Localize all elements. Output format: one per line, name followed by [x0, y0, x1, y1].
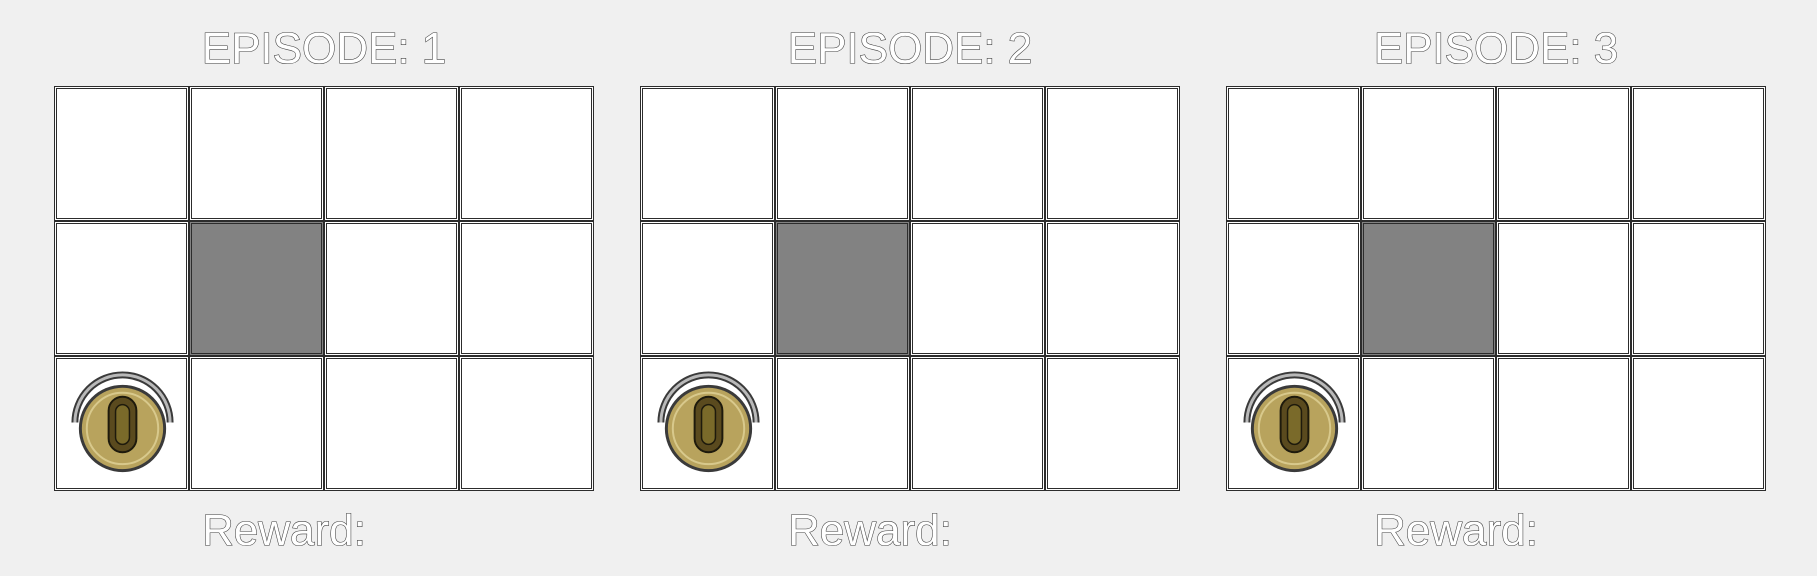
svg-text:Reward:: Reward: — [202, 506, 366, 555]
agent-cell — [54, 356, 189, 491]
episode-title: EPISODE: 3 — [1373, 23, 1619, 73]
grid-cell — [1226, 86, 1361, 221]
reward-label: Reward: — [201, 505, 366, 555]
grid-cell — [459, 221, 594, 356]
svg-text:Reward:: Reward: — [1374, 506, 1538, 555]
grid-cell — [1496, 356, 1631, 491]
robot-vacuum-icon — [657, 371, 760, 473]
grid-cell — [910, 221, 1045, 356]
wall-cell — [1361, 221, 1496, 356]
grid-cell — [1045, 356, 1180, 491]
wall-cell — [189, 221, 324, 356]
grid-cell — [1631, 221, 1766, 356]
grid-cell — [324, 356, 459, 491]
episode-panel-2: EPISODE: 2 Reward: — [640, 0, 1180, 576]
agent-cell — [640, 356, 775, 491]
grid-cell — [1361, 86, 1496, 221]
robot-vacuum-icon — [1243, 371, 1346, 473]
grid-cell — [1045, 221, 1180, 356]
grid-cell — [324, 221, 459, 356]
episode-panel-1: EPISODE: 1 Reward: — [54, 0, 594, 576]
grid-cell — [1496, 86, 1631, 221]
svg-text:EPISODE: 2: EPISODE: 2 — [788, 24, 1033, 73]
grid-cell — [54, 86, 189, 221]
svg-text:EPISODE: 1: EPISODE: 1 — [202, 24, 447, 73]
wall-cell — [775, 221, 910, 356]
svg-text:EPISODE: 3: EPISODE: 3 — [1374, 24, 1619, 73]
grid-world — [640, 86, 1180, 491]
grid-cell — [775, 86, 910, 221]
grid-cell — [54, 221, 189, 356]
agent-cell — [1226, 356, 1361, 491]
grid-cell — [459, 356, 594, 491]
grid-cell — [640, 86, 775, 221]
grid-cell — [1361, 356, 1496, 491]
grid-cell — [910, 356, 1045, 491]
grid-cell — [775, 356, 910, 491]
grid-cell — [640, 221, 775, 356]
grid-world — [1226, 86, 1766, 491]
grid-cell — [1631, 86, 1766, 221]
reward-label: Reward: — [1373, 505, 1538, 555]
grid-cell — [189, 86, 324, 221]
grid-cell — [459, 86, 594, 221]
grid-cell — [1045, 86, 1180, 221]
grid-cell — [189, 356, 324, 491]
episode-title: EPISODE: 2 — [787, 23, 1033, 73]
episode-title: EPISODE: 1 — [201, 23, 447, 73]
grid-cell — [910, 86, 1045, 221]
grid-cell — [1226, 221, 1361, 356]
grid-cell — [324, 86, 459, 221]
grid-world — [54, 86, 594, 491]
reward-label: Reward: — [787, 505, 952, 555]
svg-text:Reward:: Reward: — [788, 506, 952, 555]
grid-cell — [1496, 221, 1631, 356]
robot-vacuum-icon — [71, 371, 174, 473]
grid-cell — [1631, 356, 1766, 491]
episode-panel-3: EPISODE: 3 Reward: — [1226, 0, 1766, 576]
